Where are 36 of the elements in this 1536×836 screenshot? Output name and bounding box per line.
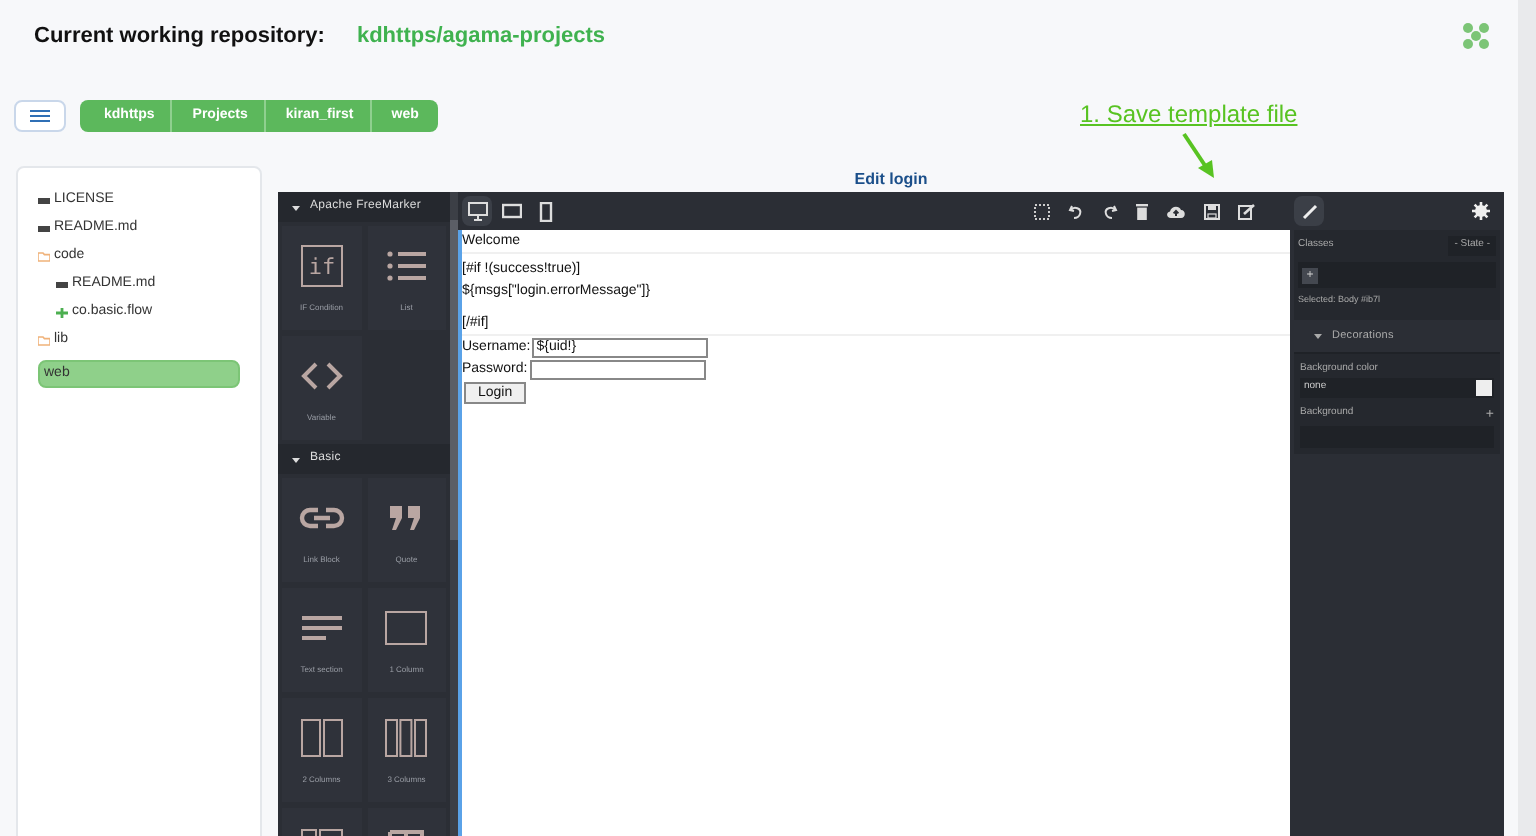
settings-icon[interactable] (1472, 202, 1490, 220)
select-box-icon[interactable] (1034, 203, 1050, 219)
file-icon (56, 279, 68, 289)
repository-label: Current working repository: (34, 21, 325, 52)
file-icon (38, 223, 50, 233)
color-swatch[interactable] (1476, 380, 1492, 396)
menu-button[interactable] (14, 100, 66, 132)
caret-icon (292, 203, 300, 211)
folder-icon (38, 335, 50, 345)
password-field[interactable] (529, 359, 706, 379)
caret-icon (1314, 332, 1322, 340)
logo-icon (1460, 20, 1492, 52)
menu-icon (30, 110, 50, 122)
scrollbar-thumb[interactable] (450, 220, 458, 540)
editor-title: Edit login (854, 168, 928, 192)
tablet-icon (501, 201, 521, 221)
redo-icon[interactable] (1102, 203, 1118, 219)
edit-icon[interactable] (1238, 203, 1256, 219)
plus-icon (56, 307, 68, 317)
undo-icon[interactable] (1068, 203, 1084, 219)
phone-icon (535, 201, 555, 221)
brush-icon (1301, 203, 1317, 219)
three-columns-icon (382, 714, 431, 762)
file-icon (38, 195, 50, 205)
if-icon: if (297, 242, 346, 290)
save-icon[interactable] (1204, 203, 1220, 219)
caret-icon (292, 455, 300, 463)
device-button[interactable] (462, 196, 492, 226)
two-columns-icon (297, 714, 346, 762)
trash-icon[interactable] (1136, 203, 1148, 219)
annotation-arrow (1180, 132, 1216, 180)
style-manager-tab[interactable] (1294, 196, 1324, 226)
cloud-upload-icon[interactable] (1166, 204, 1186, 218)
annotation-text: 1. Save template file (1080, 100, 1298, 128)
folder-icon (38, 251, 50, 261)
monitor-icon (467, 201, 487, 221)
